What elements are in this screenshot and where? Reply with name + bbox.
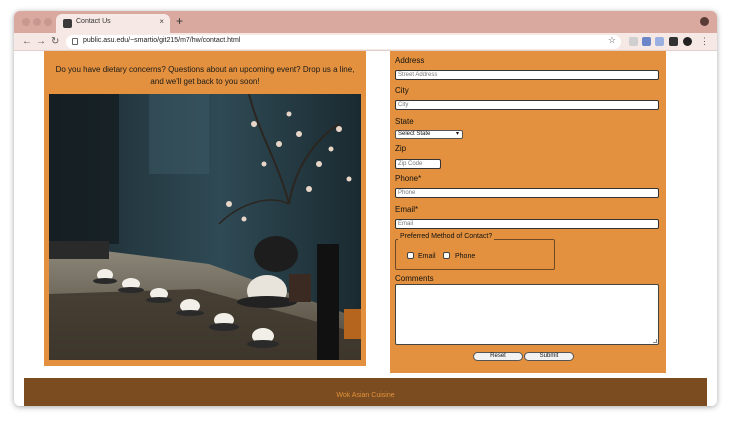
forward-button[interactable]: →: [36, 35, 46, 48]
new-tab-button[interactable]: +: [176, 14, 183, 28]
comments-label: Comments: [395, 274, 434, 283]
profile-avatar[interactable]: [683, 37, 692, 46]
city-input[interactable]: City: [395, 100, 659, 110]
contact-phone-label: Phone: [455, 253, 476, 260]
minimize-window-button[interactable]: [33, 18, 41, 26]
tab-contact-us[interactable]: Contact Us ×: [56, 14, 170, 33]
submit-button[interactable]: Submit: [524, 352, 574, 361]
intro-panel: Do you have dietary concerns? Questions …: [44, 51, 366, 366]
contact-form: Address Street Address City City State S…: [390, 51, 666, 373]
address-label: Address: [395, 56, 425, 65]
back-button[interactable]: ←: [22, 35, 32, 48]
close-window-button[interactable]: [22, 18, 30, 26]
puzzle-icon[interactable]: [669, 37, 678, 46]
extension-icon[interactable]: [629, 37, 638, 46]
tea-set-photo: [49, 94, 361, 360]
email-input[interactable]: Email: [395, 219, 659, 229]
chevron-down-icon: ▾: [455, 131, 459, 137]
bookmark-star-icon[interactable]: ☆: [608, 35, 616, 46]
address-bar[interactable]: public.asu.edu/~smartio/git215/m7/hw/con…: [66, 35, 621, 49]
resize-handle-icon[interactable]: [653, 339, 657, 343]
contact-email-label: Email: [418, 253, 436, 260]
email-label: Email*: [395, 205, 419, 214]
lock-icon: [72, 38, 78, 45]
state-select-value: Select State: [398, 131, 431, 137]
contact-email-checkbox[interactable]: [407, 252, 414, 259]
tea-set-image: [49, 94, 361, 360]
browser-toolbar: ← → ↻ public.asu.edu/~smartio/git215/m7/…: [14, 33, 717, 51]
tab-title: Contact Us: [76, 18, 111, 25]
url-text: public.asu.edu/~smartio/git215/m7/hw/con…: [83, 37, 241, 44]
contact-phone-checkbox[interactable]: [443, 252, 450, 259]
phone-label: Phone*: [395, 174, 422, 183]
zip-input[interactable]: Zip Code: [395, 159, 441, 169]
intro-text: Do you have dietary concerns? Questions …: [55, 65, 355, 86]
contact-method-legend: Preferred Method of Contact?: [398, 233, 495, 240]
address-input[interactable]: Street Address: [395, 70, 659, 80]
footer-text: Wok Asian Cuisine: [336, 392, 395, 399]
extension-icon[interactable]: [642, 37, 651, 46]
tab-search-icon[interactable]: [700, 17, 709, 26]
reload-button[interactable]: ↻: [51, 35, 59, 48]
tab-close-icon[interactable]: ×: [159, 17, 164, 27]
extension-icon[interactable]: [655, 37, 664, 46]
site-footer: Wok Asian Cuisine: [24, 378, 707, 406]
menu-dots-icon[interactable]: ⋮: [700, 35, 709, 48]
state-select[interactable]: Select State ▾: [395, 130, 463, 139]
reset-button[interactable]: Reset: [473, 352, 523, 361]
state-label: State: [395, 117, 414, 126]
tab-strip: Contact Us × +: [14, 11, 717, 33]
comments-textarea[interactable]: [395, 284, 659, 345]
page-content: Do you have dietary concerns? Questions …: [14, 51, 717, 406]
screen: Contact Us × + ← → ↻ public.asu.edu/~sma…: [0, 0, 731, 423]
page-favicon-icon: [63, 19, 72, 28]
browser-window: Contact Us × + ← → ↻ public.asu.edu/~sma…: [14, 11, 717, 406]
phone-input[interactable]: Phone: [395, 188, 659, 198]
zip-label: Zip: [395, 144, 407, 153]
city-label: City: [395, 86, 409, 95]
maximize-window-button[interactable]: [44, 18, 52, 26]
